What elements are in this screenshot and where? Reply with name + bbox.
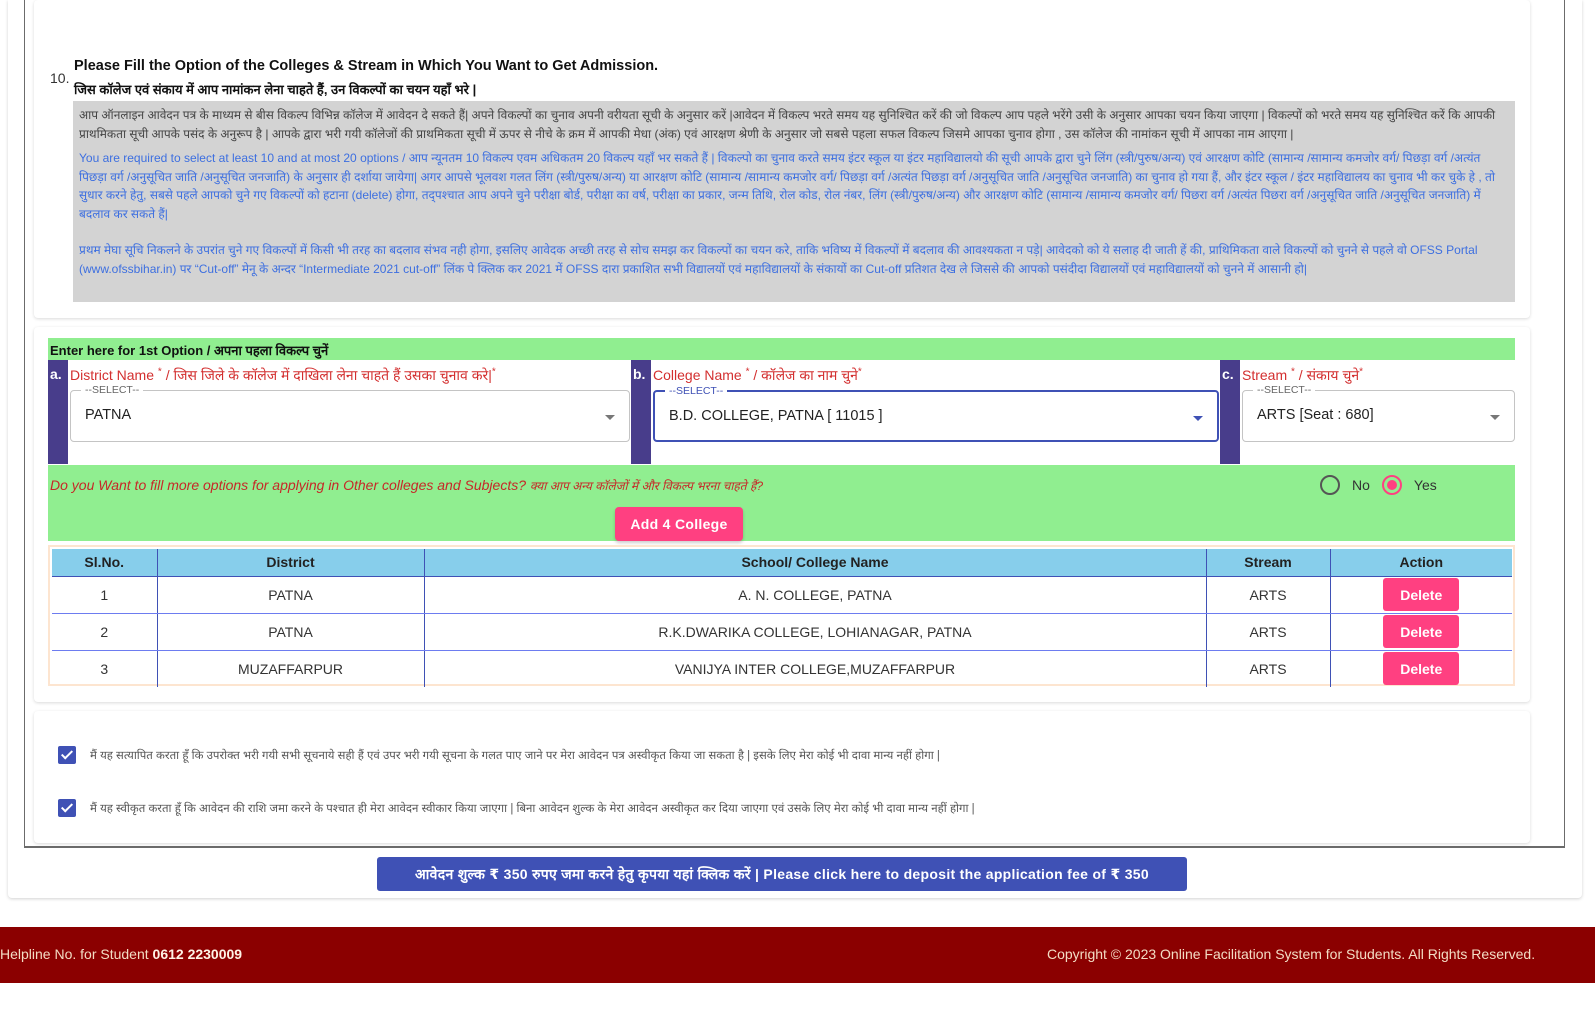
radio-no-label[interactable]: No — [1352, 477, 1370, 493]
cell-action: Delete — [1330, 613, 1512, 651]
cell-college: R.K.DWARIKA COLLEGE, LOHIANAGAR, PATNA — [424, 613, 1207, 651]
instructions-para-3: प्रथम मेघा सूचि निकलने के उपरांत चुने गए… — [79, 243, 1478, 276]
table-row: 1 PATNA A. N. COLLEGE, PATNA ARTS Delete — [52, 576, 1512, 614]
helpline: Helpline No. for Student 0612 2230009 — [0, 946, 243, 962]
col-district: District — [157, 549, 425, 577]
district-label: District Name * / जिस जिले के कॉलेज में … — [70, 366, 496, 383]
cell-stream: ARTS — [1206, 576, 1331, 614]
dropdown-caret-icon[interactable] — [605, 415, 615, 420]
add-college-button[interactable]: Add 4 College — [615, 507, 743, 541]
cell-college: VANIJYA INTER COLLEGE,MUZAFFARPUR — [424, 650, 1207, 687]
district-select[interactable]: --SELECT-- PATNA — [70, 384, 630, 442]
option-heading: Enter here for 1st Option / अपना पहला वि… — [48, 338, 1515, 360]
cell-district: MUZAFFARPUR — [157, 650, 425, 687]
table-header-row: Sl.No. District School/ College Name Str… — [52, 549, 1512, 577]
question-title-en: Please Fill the Option of the Colleges &… — [74, 58, 659, 74]
college-field: b. College Name * / कॉलेज का नाम चुने* -… — [631, 360, 1219, 464]
question-number: 10. — [50, 70, 70, 86]
stream-select[interactable]: --SELECT-- ARTS [Seat : 680] — [1242, 384, 1515, 442]
declaration-2-checkbox[interactable] — [58, 799, 76, 817]
more-options-question: Do you Want to fill more options for app… — [50, 477, 764, 493]
col-action: Action — [1330, 549, 1512, 577]
delete-button[interactable]: Delete — [1383, 578, 1460, 611]
declaration-2: मैं यह स्वीकृत करता हूँ कि आवेदन की राशि… — [58, 799, 975, 817]
declaration-card — [34, 711, 1530, 843]
pay-fee-button[interactable]: आवेदन शुल्क ₹ 350 रुपए जमा करने हेतु कृप… — [377, 857, 1187, 891]
cell-college: A. N. COLLEGE, PATNA — [424, 576, 1207, 614]
question-title-hi: जिस कॉलेज एवं संकाय में आप नामांकन लेना … — [74, 82, 477, 97]
helpline-number: 0612 2230009 — [152, 946, 243, 962]
cell-district: PATNA — [157, 613, 425, 651]
select-placeholder: --SELECT-- — [1253, 384, 1316, 396]
table-row: 2 PATNA R.K.DWARIKA COLLEGE, LOHIANAGAR,… — [52, 613, 1512, 651]
radio-no[interactable] — [1320, 475, 1340, 495]
copyright: Copyright © 2023 Online Facilitation Sys… — [1047, 946, 1536, 962]
declaration-2-text: मैं यह स्वीकृत करता हूँ कि आवेदन की राशि… — [90, 802, 975, 815]
field-letter: a. — [48, 360, 68, 464]
field-letter: c. — [1220, 360, 1240, 464]
cell-sl: 3 — [52, 650, 158, 687]
radio-yes-label[interactable]: Yes — [1414, 477, 1437, 493]
selected-value: B.D. COLLEGE, PATNA [ 11015 ] — [669, 408, 883, 424]
col-college: School/ College Name — [424, 549, 1207, 577]
instructions-para-2: You are required to select at least 10 a… — [79, 151, 1495, 221]
options-table-wrap: Sl.No. District School/ College Name Str… — [48, 545, 1515, 687]
selected-value: PATNA — [85, 407, 132, 423]
more-options-radio-group: No Yes — [1320, 475, 1449, 495]
radio-yes[interactable] — [1381, 475, 1402, 495]
dropdown-caret-icon[interactable] — [1490, 415, 1500, 420]
selected-value: ARTS [Seat : 680] — [1257, 407, 1374, 423]
declaration-1-text: मैं यह सत्यापित करता हूँ कि उपरोक्त भरी … — [90, 749, 940, 762]
college-label: College Name * / कॉलेज का नाम चुने* — [653, 366, 862, 383]
select-placeholder: --SELECT-- — [81, 384, 144, 396]
more-options-bar: Do you Want to fill more options for app… — [48, 465, 1515, 541]
options-table: Sl.No. District School/ College Name Str… — [52, 549, 1512, 687]
stream-label: Stream * / संकाय चुने* — [1242, 366, 1364, 383]
district-field: a. District Name * / जिस जिले के कॉलेज म… — [48, 360, 630, 464]
delete-button[interactable]: Delete — [1383, 615, 1460, 648]
col-sl: Sl.No. — [52, 549, 158, 577]
cell-stream: ARTS — [1206, 650, 1331, 687]
select-placeholder: --SELECT-- — [665, 385, 728, 397]
field-letter: b. — [631, 360, 651, 464]
declaration-1: मैं यह सत्यापित करता हूँ कि उपरोक्त भरी … — [58, 746, 940, 764]
dropdown-caret-icon[interactable] — [1193, 416, 1203, 421]
col-stream: Stream — [1206, 549, 1331, 577]
cell-sl: 2 — [52, 613, 158, 651]
cell-action: Delete — [1330, 576, 1512, 614]
delete-button[interactable]: Delete — [1383, 652, 1460, 686]
stream-field: c. Stream * / संकाय चुने* --SELECT-- ART… — [1220, 360, 1515, 464]
cell-stream: ARTS — [1206, 613, 1331, 651]
college-select[interactable]: --SELECT-- B.D. COLLEGE, PATNA [ 11015 ] — [653, 385, 1219, 442]
instructions-box: आप ऑनलाइन आवेदन पत्र के माध्यम से बीस वि… — [73, 101, 1515, 302]
footer: Helpline No. for Student 0612 2230009 Co… — [0, 927, 1595, 983]
cell-action: Delete — [1330, 650, 1512, 687]
table-row: 3 MUZAFFARPUR VANIJYA INTER COLLEGE,MUZA… — [52, 650, 1512, 687]
cell-sl: 1 — [52, 576, 158, 614]
cell-district: PATNA — [157, 576, 425, 614]
declaration-1-checkbox[interactable] — [58, 746, 76, 764]
instructions-para-1: आप ऑनलाइन आवेदन पत्र के माध्यम से बीस वि… — [79, 108, 1496, 141]
